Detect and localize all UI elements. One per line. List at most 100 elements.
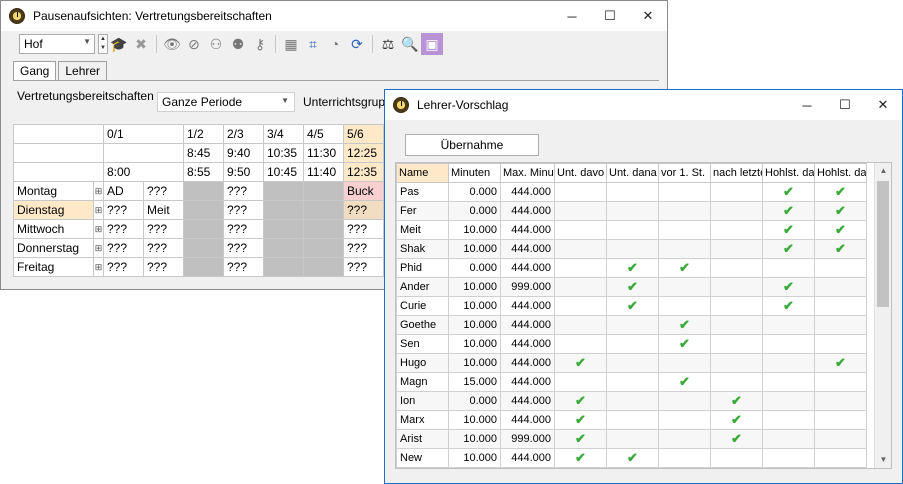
table-row[interactable]: Pas 0.000 444.000 ✔ ✔ xyxy=(396,182,867,202)
scrollbar-thumb[interactable] xyxy=(877,181,889,307)
schedule-cell[interactable]: ??? xyxy=(143,238,184,258)
refresh-icon[interactable]: ⟳ xyxy=(346,33,368,55)
table-row[interactable]: Meit 10.000 444.000 ✔ ✔ xyxy=(396,220,867,240)
schedule-cell[interactable] xyxy=(263,181,304,201)
schedule-cell[interactable]: ??? xyxy=(223,219,264,239)
expand-icon[interactable]: ⊞ xyxy=(93,181,104,201)
schedule-cell[interactable] xyxy=(183,257,224,277)
scroll-down-icon[interactable]: ▼ xyxy=(875,452,891,468)
period-select[interactable]: Ganze Periode ▼ xyxy=(157,92,295,112)
expand-icon[interactable]: ⊞ xyxy=(93,257,104,277)
teacher-suggestion-icon[interactable]: ▣ xyxy=(421,33,443,55)
schedule-cell[interactable]: ??? xyxy=(143,181,184,201)
column-header[interactable]: Hohlst. da xyxy=(762,163,815,183)
schedule-cell[interactable]: ??? xyxy=(223,200,264,220)
schedule-cell[interactable]: ??? xyxy=(103,257,144,277)
schedule-cell[interactable] xyxy=(263,257,304,277)
person-swap-icon[interactable]: ⚇ xyxy=(205,33,227,55)
column-header[interactable]: Minuten xyxy=(448,163,501,183)
table-row[interactable]: Curie 10.000 444.000 ✔ ✔ xyxy=(396,296,867,316)
schedule-cell[interactable]: ??? xyxy=(143,219,184,239)
column-header[interactable]: Hohlst. da xyxy=(814,163,867,183)
minimize-button[interactable]: ─ xyxy=(553,1,591,31)
schedule-cell[interactable]: ??? xyxy=(223,181,264,201)
expand-icon[interactable]: ⊞ xyxy=(93,219,104,239)
column-header[interactable]: vor 1. St. xyxy=(658,163,711,183)
column-header[interactable]: Name xyxy=(396,163,449,183)
day-name[interactable]: Freitag xyxy=(13,257,94,277)
day-name[interactable]: Mittwoch xyxy=(13,219,94,239)
day-name[interactable]: Dienstag xyxy=(13,200,94,220)
graduation-cap-icon[interactable]: 🎓 xyxy=(108,33,130,55)
day-name[interactable]: Montag xyxy=(13,181,94,201)
table-row[interactable]: Shak 10.000 444.000 ✔ ✔ xyxy=(396,239,867,259)
eye-icon[interactable]: 👁 xyxy=(161,33,183,55)
schedule-cell[interactable] xyxy=(303,181,344,201)
table-row[interactable]: Hugo 10.000 444.000 ✔ ✔ xyxy=(396,353,867,373)
key-icon[interactable]: ⚷ xyxy=(249,33,271,55)
spin-button[interactable]: ▲ ▼ xyxy=(98,34,108,54)
tab-gang[interactable]: Gang xyxy=(13,61,57,80)
expand-icon[interactable]: ⊞ xyxy=(93,200,104,220)
schedule-cell[interactable] xyxy=(303,257,344,277)
schedule-cell[interactable]: ??? xyxy=(103,219,144,239)
search-document-icon[interactable]: 🔍 xyxy=(399,33,421,55)
calculator-icon[interactable]: ▦ xyxy=(280,33,302,55)
expand-icon[interactable]: ⊞ xyxy=(93,238,104,258)
close-button[interactable]: ✕ xyxy=(864,90,902,120)
minimize-button[interactable]: ─ xyxy=(788,90,826,120)
vertical-scrollbar[interactable]: ▲ ▼ xyxy=(874,163,891,468)
column-header[interactable]: Unt. davo xyxy=(554,163,607,183)
column-header[interactable]: Unt. dana xyxy=(606,163,659,183)
location-combo[interactable]: Hof ▼ xyxy=(19,34,95,54)
schedule-cell[interactable]: AD xyxy=(103,181,144,201)
column-header[interactable]: nach letzte xyxy=(710,163,763,183)
schedule-cell[interactable]: ??? xyxy=(223,257,264,277)
person-move-icon[interactable]: ⚉ xyxy=(227,33,249,55)
table-row[interactable]: Magn 15.000 444.000 ✔ xyxy=(396,372,867,392)
schedule-cell[interactable]: ??? xyxy=(143,257,184,277)
table-row[interactable]: Arist 10.000 999.000 ✔ ✔ xyxy=(396,429,867,449)
delete-icon[interactable]: ✖ xyxy=(130,33,152,55)
clock-settings-icon[interactable]: ◔ xyxy=(324,33,346,55)
schedule-cell[interactable] xyxy=(263,219,304,239)
schedule-cell[interactable]: Meit xyxy=(143,200,184,220)
day-name[interactable]: Donnerstag xyxy=(13,238,94,258)
schedule-cell[interactable] xyxy=(183,181,224,201)
schedule-cell[interactable]: ??? xyxy=(103,238,144,258)
schedule-cell[interactable]: ??? xyxy=(103,200,144,220)
schedule-cell[interactable] xyxy=(263,200,304,220)
table-row[interactable]: Ander 10.000 999.000 ✔ ✔ xyxy=(396,277,867,297)
schedule-cell[interactable] xyxy=(303,200,344,220)
maximize-button[interactable]: ☐ xyxy=(826,90,864,120)
schedule-cell[interactable] xyxy=(263,238,304,258)
schedule-cell[interactable]: ??? xyxy=(343,219,384,239)
scroll-up-icon[interactable]: ▲ xyxy=(875,163,891,179)
schedule-cell[interactable]: ??? xyxy=(343,257,384,277)
table-row[interactable]: Marx 10.000 444.000 ✔ ✔ xyxy=(396,410,867,430)
scale-icon[interactable]: ⚖ xyxy=(377,33,399,55)
table-row[interactable]: Ion 0.000 444.000 ✔ ✔ xyxy=(396,391,867,411)
table-row[interactable]: Sen 10.000 444.000 ✔ xyxy=(396,334,867,354)
schedule-cell[interactable] xyxy=(183,200,224,220)
schedule-cell[interactable] xyxy=(183,219,224,239)
schedule-cell[interactable]: Buck xyxy=(343,181,384,201)
maximize-button[interactable]: ☐ xyxy=(591,1,629,31)
schedule-cell[interactable] xyxy=(303,219,344,239)
column-header[interactable]: Max. Minu xyxy=(500,163,555,183)
uebernahme-button[interactable]: Übernahme xyxy=(405,134,539,156)
table-row[interactable]: Goethe 10.000 444.000 ✔ xyxy=(396,315,867,335)
table-row[interactable]: Phid 0.000 444.000 ✔ ✔ xyxy=(396,258,867,278)
schedule-cell[interactable] xyxy=(183,238,224,258)
schedule-cell[interactable]: ??? xyxy=(343,238,384,258)
schedule-cell[interactable] xyxy=(303,238,344,258)
period-select-value: Ganze Periode xyxy=(162,95,243,109)
eye-off-icon[interactable]: ⊘ xyxy=(183,33,205,55)
crop-icon[interactable]: ⌗ xyxy=(302,33,324,55)
tab-lehrer[interactable]: Lehrer xyxy=(58,61,108,80)
table-row[interactable]: Fer 0.000 444.000 ✔ ✔ xyxy=(396,201,867,221)
schedule-cell[interactable]: ??? xyxy=(343,200,384,220)
close-button[interactable]: ✕ xyxy=(629,1,667,31)
schedule-cell[interactable]: ??? xyxy=(223,238,264,258)
table-row[interactable]: New 10.000 444.000 ✔ ✔ xyxy=(396,448,867,468)
